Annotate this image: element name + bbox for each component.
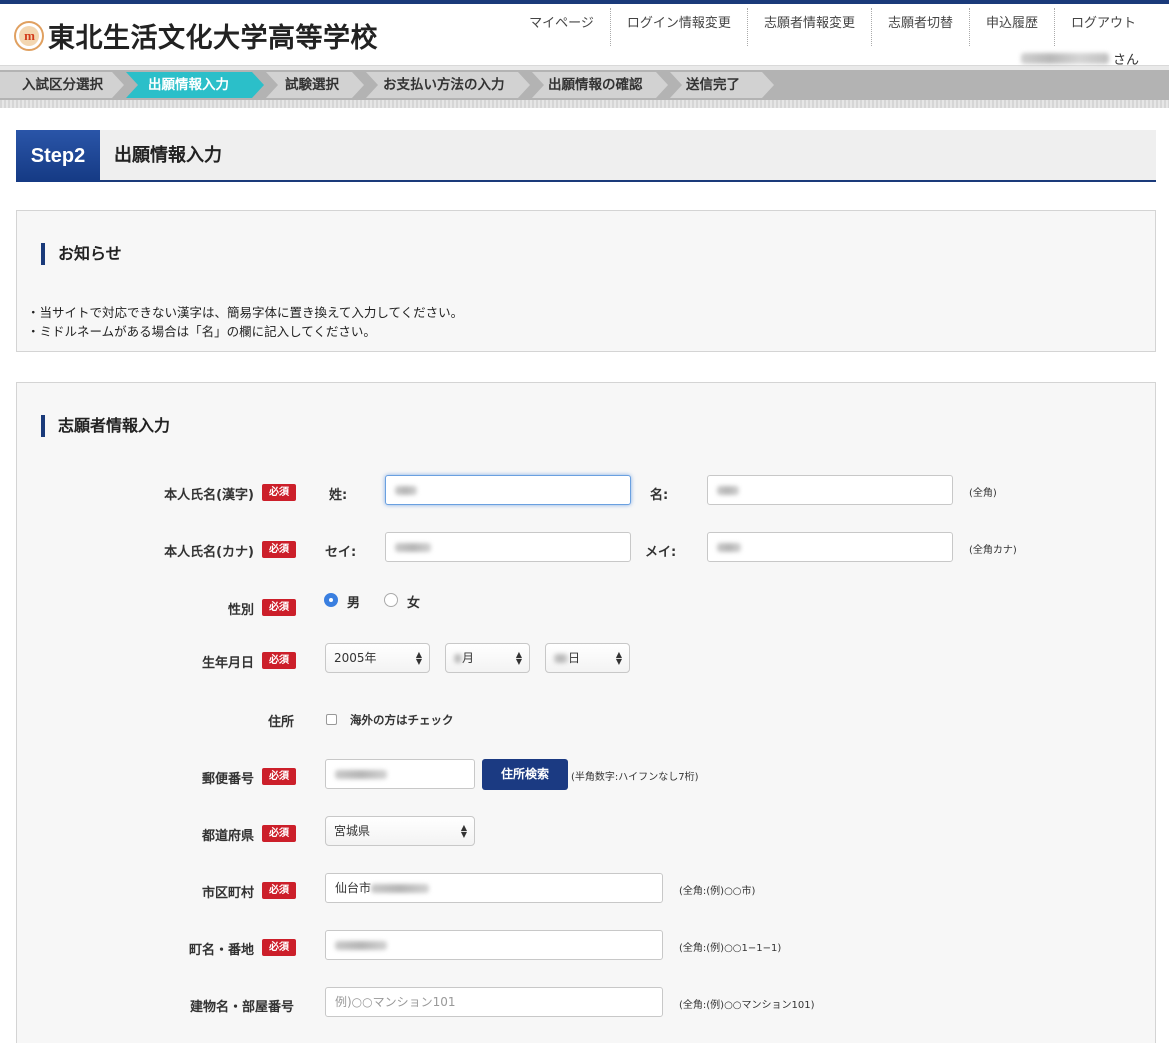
school-name: 東北生活文化大学高等学校 <box>48 23 378 54</box>
name-kana-label: 本人氏名(カナ) <box>164 545 254 560</box>
postal-label: 郵便番号 <box>201 772 254 787</box>
stepbar-divider <box>0 100 1169 108</box>
redacted-value <box>717 486 739 495</box>
sei-kana-label: セイ: <box>325 545 357 560</box>
street-label: 町名・番地 <box>188 943 254 958</box>
mei-kana-label: メイ: <box>645 545 677 560</box>
name-kanji-label: 本人氏名(漢字) <box>164 488 254 503</box>
first-name-kana-input[interactable] <box>707 532 953 562</box>
birthdate-label: 生年月日 <box>201 656 254 671</box>
top-nav: マイページ ログイン情報変更 志願者情報変更 志願者切替 申込履歴 ログアウト <box>513 8 1152 46</box>
nav-application-history[interactable]: 申込履歴 <box>970 8 1055 46</box>
birth-day-select[interactable]: 日 ▲ ▼ <box>545 643 630 673</box>
name-kana-hint: (全角カナ) <box>969 545 1017 556</box>
notice-body: ・当サイトで対応できない漢字は、簡易字体に置き換えて入力してください。 ・ミドル… <box>27 303 463 341</box>
last-name-kanji-input[interactable] <box>385 475 631 505</box>
prefecture-select[interactable]: 宮城県 ▲ ▼ <box>325 816 475 846</box>
required-badge: 必須 <box>262 652 296 669</box>
first-name-kanji-input[interactable] <box>707 475 953 505</box>
notice-line: ・当サイトで対応できない漢字は、簡易字体に置き換えて入力してください。 <box>27 305 464 320</box>
prefecture-label: 都道府県 <box>201 829 254 844</box>
redacted-value <box>554 654 568 663</box>
last-name-kana-input[interactable] <box>385 532 631 562</box>
nav-logout[interactable]: ログアウト <box>1055 8 1152 46</box>
birth-month-select[interactable]: 月 ▲ ▼ <box>445 643 530 673</box>
select-arrows-icon: ▲ ▼ <box>515 650 522 666</box>
overseas-checkbox[interactable] <box>326 714 337 725</box>
nav-mypage[interactable]: マイページ <box>513 8 611 46</box>
required-badge: 必須 <box>262 484 296 501</box>
step-title-bar: Step2 出願情報入力 <box>16 130 1156 182</box>
address-label: 住所 <box>267 715 294 730</box>
site-header: m 東北生活文化大学高等学校 マイページ ログイン情報変更 志願者情報変更 志願… <box>0 0 1169 68</box>
nav-login-info-change[interactable]: ログイン情報変更 <box>611 8 748 46</box>
redacted-value <box>371 884 430 893</box>
required-badge: 必須 <box>262 541 296 558</box>
redacted-value <box>335 770 387 779</box>
required-badge: 必須 <box>262 825 296 842</box>
main-content: Step2 出願情報入力 お知らせ ・当サイトで対応できない漢字は、簡易字体に置… <box>0 108 1169 1043</box>
redacted-value <box>395 486 417 495</box>
name-kanji-hint: (全角) <box>969 488 997 499</box>
redacted-value <box>717 543 741 552</box>
form-title: 志願者情報入力 <box>41 415 170 437</box>
step-6-complete: 送信完了 <box>686 77 740 93</box>
select-arrows-icon: ▲ ▼ <box>415 650 422 666</box>
building-input[interactable] <box>325 987 663 1017</box>
page-title: 出願情報入力 <box>114 145 222 166</box>
step-5-confirm: 出願情報の確認 <box>548 77 643 93</box>
required-badge: 必須 <box>262 939 296 956</box>
required-badge: 必須 <box>262 599 296 616</box>
select-arrows-icon: ▲ ▼ <box>460 823 467 839</box>
nav-applicant-info-change[interactable]: 志願者情報変更 <box>748 8 872 46</box>
gender-male-label[interactable]: 男 <box>347 592 360 611</box>
select-arrows-icon: ▲ ▼ <box>615 650 622 666</box>
progress-steps: 入試区分選択 出願情報入力 試験選択 お支払い方法の入力 出願情報の確認 送信完… <box>0 70 1169 100</box>
building-label: 建物名・部屋番号 <box>189 1000 294 1015</box>
notice-line: ・ミドルネームがある場合は「名」の欄に記入してください。 <box>27 324 376 339</box>
step-2-application-info: 出願情報入力 <box>148 77 229 93</box>
school-emblem-icon: m <box>14 20 44 51</box>
overseas-label[interactable]: 海外の方はチェック <box>350 712 454 728</box>
gender-female-label[interactable]: 女 <box>407 592 420 611</box>
redacted-value <box>335 941 387 950</box>
user-suffix: さん <box>1112 53 1139 68</box>
street-input[interactable] <box>325 930 663 960</box>
applicant-form-panel: 志願者情報入力 本人氏名(漢字) 必須 姓: 名: (全角) 本人氏名(カナ) … <box>16 382 1156 1043</box>
postal-hint: (半角数字:ハイフンなし7桁) <box>571 772 699 783</box>
user-name: さん <box>1020 49 1139 68</box>
gender-female-radio[interactable] <box>384 593 398 607</box>
address-search-button[interactable]: 住所検索 <box>482 759 568 790</box>
step-4-payment-method: お支払い方法の入力 <box>383 77 505 93</box>
city-hint: (全角:(例)○○市) <box>679 886 756 897</box>
gender-label: 性別 <box>227 603 254 618</box>
step-badge: Step2 <box>16 130 100 182</box>
gender-male-radio[interactable] <box>324 593 338 607</box>
notice-panel: お知らせ ・当サイトで対応できない漢字は、簡易字体に置き換えて入力してください。… <box>16 210 1156 352</box>
step-3-exam-selection: 試験選択 <box>285 77 339 93</box>
redacted-value <box>395 543 431 552</box>
notice-title: お知らせ <box>41 243 122 265</box>
building-hint: (全角:(例)○○マンション101) <box>679 1000 815 1011</box>
postal-code-input[interactable] <box>325 759 475 789</box>
nav-applicant-switch[interactable]: 志願者切替 <box>872 8 970 46</box>
required-badge: 必須 <box>262 882 296 899</box>
step-1-exam-category: 入試区分選択 <box>22 77 103 93</box>
city-input[interactable]: 仙台市 <box>325 873 663 903</box>
redacted-user-name <box>1020 53 1109 64</box>
required-badge: 必須 <box>262 768 296 785</box>
school-logo[interactable]: m 東北生活文化大学高等学校 <box>14 16 378 55</box>
street-hint: (全角:(例)○○1−1−1) <box>679 943 782 954</box>
redacted-value <box>454 654 462 663</box>
city-label: 市区町村 <box>201 886 254 901</box>
mei-label: 名: <box>650 488 669 503</box>
birth-year-select[interactable]: 2005年 ▲ ▼ <box>325 643 430 673</box>
sei-label: 姓: <box>329 488 348 503</box>
